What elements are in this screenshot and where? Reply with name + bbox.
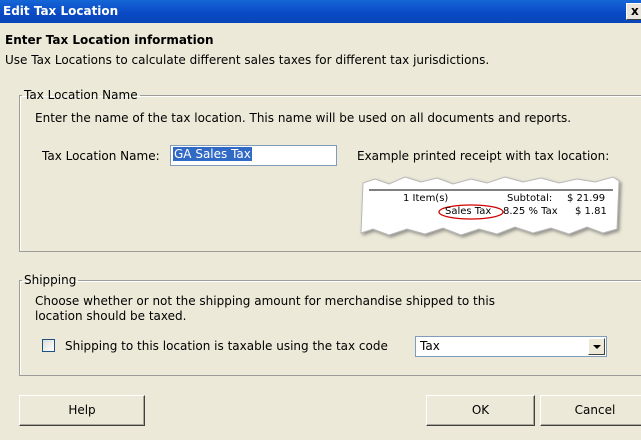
edit-tax-location-dialog: Edit Tax Location x Enter Tax Location i… xyxy=(0,0,641,440)
shipping-taxable-label[interactable]: Shipping to this location is taxable usi… xyxy=(65,339,388,353)
tax-code-select[interactable]: Tax xyxy=(415,336,607,357)
tax-location-name-value: GA Sales Tax xyxy=(173,147,252,161)
receipt-subtotal-label: Subtotal: xyxy=(507,193,553,204)
receipt-tax-rate: 8.25 % Tax xyxy=(503,206,558,217)
tax-location-name-input[interactable]: GA Sales Tax xyxy=(170,145,337,166)
tax-location-name-label: Tax Location Name: xyxy=(42,149,160,163)
tax-location-name-legend: Tax Location Name xyxy=(24,88,138,102)
cancel-button[interactable]: Cancel xyxy=(540,395,641,426)
receipt-tax-value: $ 1.81 xyxy=(575,206,607,217)
receipt-items: 1 Item(s) xyxy=(403,193,449,204)
shipping-instruction-line2: location should be taxed. xyxy=(35,309,187,323)
tax-location-instruction: Enter the name of the tax location. This… xyxy=(35,111,572,125)
shipping-group: Shipping xyxy=(19,273,641,376)
close-icon: x xyxy=(631,4,639,18)
receipt-subtotal-value: $ 21.99 xyxy=(567,193,606,204)
title-bar[interactable]: Edit Tax Location x xyxy=(0,0,641,23)
help-button[interactable]: Help xyxy=(19,395,145,426)
dropdown-arrow-icon[interactable] xyxy=(588,338,605,355)
tax-code-value: Tax xyxy=(420,339,440,353)
ok-button[interactable]: OK xyxy=(426,395,535,426)
dialog-description: Use Tax Locations to calculate different… xyxy=(5,53,490,67)
close-button[interactable]: x xyxy=(626,3,641,20)
example-receipt-image: 1 Item(s) Subtotal: $ 21.99 Sales Tax 8.… xyxy=(355,171,625,244)
shipping-instruction-line1: Choose whether or not the shipping amoun… xyxy=(35,294,495,308)
shipping-legend: Shipping xyxy=(24,273,77,287)
window-title: Edit Tax Location xyxy=(3,4,119,18)
example-receipt-label: Example printed receipt with tax locatio… xyxy=(357,149,610,163)
receipt-tax-name: Sales Tax xyxy=(445,206,492,217)
dialog-heading: Enter Tax Location information xyxy=(5,33,214,47)
shipping-taxable-checkbox[interactable] xyxy=(42,339,55,352)
